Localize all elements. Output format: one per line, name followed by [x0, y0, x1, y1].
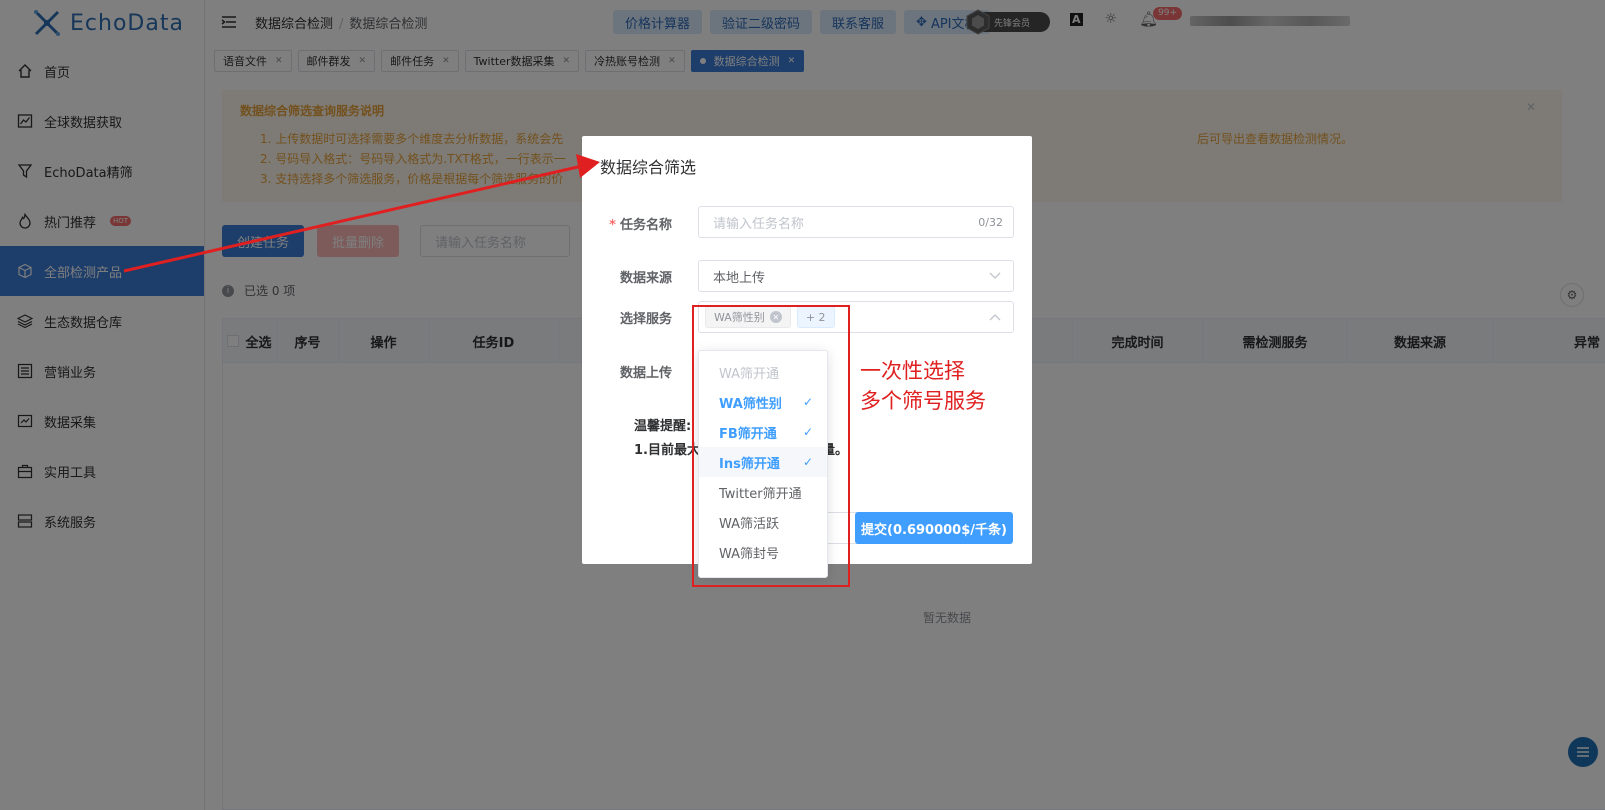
tip-title: 温馨提醒: — [634, 419, 692, 434]
annotation-line: 一次性选择 — [860, 359, 965, 383]
source-select[interactable]: 本地上传 — [698, 260, 1014, 292]
submit-button[interactable]: 提交(0.690000$/千条) — [855, 512, 1013, 544]
annotation-line: 多个筛号服务 — [860, 389, 986, 413]
upload-label: 数据上传 — [619, 366, 672, 381]
annotation-text: 一次性选择 多个筛号服务 — [860, 356, 986, 416]
char-count: 0/32 — [978, 215, 1003, 229]
task-name-label-text: 任务名称 — [619, 218, 672, 233]
service-label: 选择服务 — [619, 312, 672, 327]
chevron-up-icon — [989, 314, 1001, 321]
source-value: 本地上传 — [713, 270, 766, 286]
task-name-placeholder: 请输入任务名称 — [713, 216, 805, 232]
task-name-input[interactable]: 请输入任务名称 0/32 — [698, 206, 1014, 238]
annotation-box — [692, 305, 850, 587]
source-label: 数据来源 — [619, 271, 672, 286]
task-name-label: * 任务名称 — [609, 218, 672, 233]
dialog-title: 数据综合筛选 — [600, 158, 697, 177]
tip-line: 1.目前最大 — [634, 443, 700, 458]
chevron-down-icon — [989, 272, 1001, 279]
